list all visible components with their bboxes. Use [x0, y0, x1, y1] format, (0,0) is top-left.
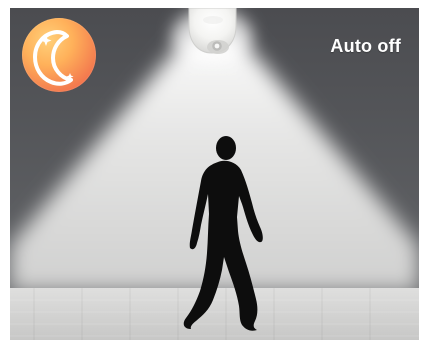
motion-sensor-scene: Auto off [10, 8, 419, 340]
moon-icon [33, 30, 74, 86]
night-mode-badge [22, 18, 96, 92]
motion-sensor-bulb-icon [188, 8, 237, 54]
auto-off-label: Auto off [330, 36, 401, 56]
